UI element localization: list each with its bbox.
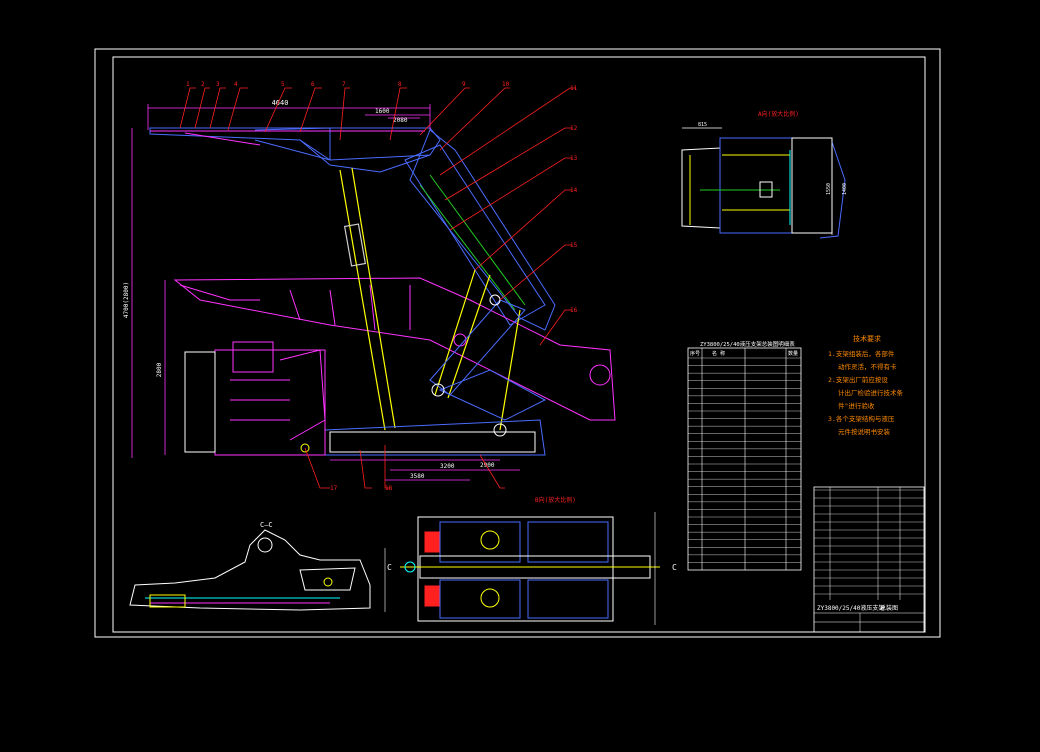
- title-block: ZY3800/25/40液压支架 总装图: [813, 486, 925, 633]
- part-number: 7: [342, 81, 346, 88]
- cad-drawing-canvas: 4640 1600 2080 4700(2800) 2800 2900 3580…: [94, 48, 941, 638]
- view-b-section-mark-right: C: [672, 563, 677, 572]
- dim-top-small: 1600: [375, 108, 390, 115]
- sheet-inner-border: [112, 56, 926, 633]
- part-number: 14: [570, 187, 578, 194]
- retracted-canopy: [173, 277, 616, 421]
- tech-line: 1.支架组装后，各部件: [828, 349, 895, 358]
- parts-table-title: ZY3800/25/40液压支架总装图明细表: [700, 340, 795, 348]
- part-number: 6: [311, 81, 315, 88]
- dim-base-2: 3580: [410, 473, 425, 480]
- part-number: 17: [330, 485, 338, 492]
- view-b: B向(放大比例) C C: [387, 496, 677, 625]
- part-number: 18: [385, 485, 393, 492]
- section-cc-label: C—C: [260, 521, 273, 529]
- part-number: 4: [234, 81, 238, 88]
- part-number: 2: [201, 81, 205, 88]
- tech-line: 2.支架出厂前应按设: [828, 375, 888, 384]
- parts-table-col-no: 序号: [690, 350, 700, 357]
- title-block-drawing-name: ZY3800/25/40液压支架: [817, 604, 884, 612]
- part-number: 16: [570, 307, 578, 314]
- caving-shield: [404, 144, 546, 326]
- part-number: 3: [216, 81, 220, 88]
- tech-line: 动作灵活，不得有卡: [838, 362, 897, 371]
- parts-table-col-name: 名 称: [712, 350, 725, 357]
- parts-table: ZY3800/25/40液压支架总装图明细表 序号 名 称 数量: [687, 340, 802, 571]
- title-block-rows: [814, 489, 924, 595]
- part-number: 10: [502, 81, 510, 88]
- view-b-label: B向(放大比例): [535, 496, 576, 504]
- tech-line: 3.各个支架结构与液压: [828, 414, 895, 423]
- part-number: 13: [570, 155, 578, 162]
- part-number: 9: [462, 81, 466, 88]
- view-a: A向(放大比例) 815 1550 1400: [681, 110, 848, 239]
- view-b-section-mark-left: C: [387, 563, 392, 572]
- part-number: 12: [570, 125, 578, 132]
- section-c-c: C—C: [129, 521, 386, 612]
- part-number: 5: [281, 81, 285, 88]
- parts-table-rows: [688, 357, 801, 563]
- main-assembly-view: 4640 1600 2080 4700(2800) 2800 2900 3580…: [123, 81, 616, 492]
- parts-table-col-qty: 数量: [788, 350, 798, 357]
- dim-mid-height: 2800: [156, 362, 163, 377]
- view-a-label: A向(放大比例): [758, 110, 799, 118]
- part-number: 1: [186, 81, 190, 88]
- view-a-dim-width: 815: [698, 122, 707, 128]
- tech-line: 件"进行验收: [838, 401, 875, 410]
- valve-block: [184, 341, 326, 456]
- four-bar-linkage: [429, 294, 547, 437]
- dim-left-height: 4700(2800): [123, 282, 130, 318]
- dim-top-small2: 2080: [393, 117, 408, 124]
- part-number: 8: [398, 81, 402, 88]
- dim-base-3: 3200: [440, 463, 455, 470]
- view-a-dim-h1: 1550: [826, 183, 832, 195]
- dim-top-width: 4640: [272, 99, 289, 107]
- view-a-dim-h2: 1400: [842, 183, 848, 195]
- part-number: 15: [570, 242, 578, 249]
- tech-line: 计出厂检验进行技术条: [838, 388, 904, 397]
- title-block-drawing-sub: 总装图: [880, 604, 898, 612]
- tech-requirements: 技术要求 1.支架组装后，各部件 动作灵活，不得有卡 2.支架出厂前应按设 计出…: [828, 334, 904, 436]
- tech-line: 元件按说明书安装: [838, 427, 891, 436]
- part-number: 11: [570, 85, 578, 92]
- tech-title: 技术要求: [853, 334, 881, 343]
- base: [300, 419, 546, 456]
